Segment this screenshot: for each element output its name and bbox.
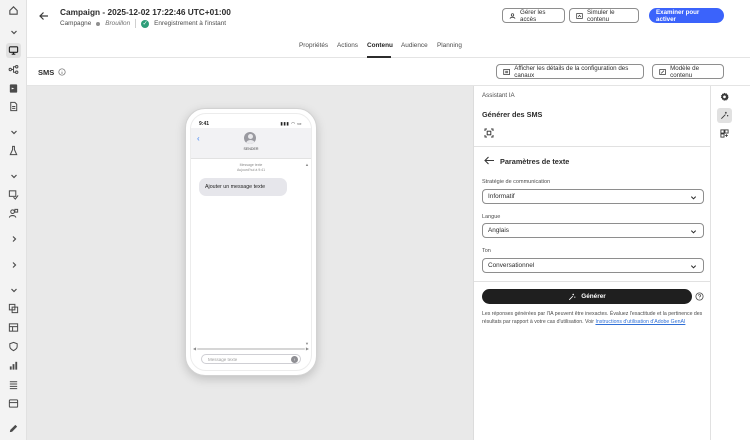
home-icon[interactable] bbox=[6, 3, 21, 18]
tab-bar: Propriétés Actions Contenu Audience Plan… bbox=[27, 36, 750, 58]
phone-sender: SENDER bbox=[243, 147, 259, 151]
templates-icon[interactable] bbox=[6, 301, 21, 316]
genai-guidelines-link[interactable]: Instructions d'utilisation d'Adobe GenAI bbox=[595, 319, 685, 325]
tone-label: Ton bbox=[482, 248, 491, 254]
ai-assistant-panel: Assistant IA Générer des SMS Paramètres … bbox=[473, 86, 710, 440]
report-icon[interactable] bbox=[6, 358, 21, 373]
language-select[interactable]: Anglais bbox=[482, 223, 704, 238]
phone-preview: 9:41 ▮▮▮ ◠ ▭ ‹ SENDER Message texte Aujo… bbox=[185, 108, 317, 376]
chevron-right-icon[interactable] bbox=[6, 257, 21, 272]
back-arrow-icon[interactable] bbox=[484, 156, 495, 165]
phone-screen: 9:41 ▮▮▮ ◠ ▭ ‹ SENDER Message texte Aujo… bbox=[190, 113, 312, 371]
divider bbox=[135, 19, 137, 28]
ai-disclaimer: Les réponses générées par l'IA peuvent ê… bbox=[482, 310, 704, 326]
message-bubble[interactable]: Ajouter un message texte bbox=[199, 178, 287, 196]
left-nav-rail bbox=[0, 0, 27, 440]
data-icon[interactable] bbox=[6, 396, 21, 411]
chevron-down-icon bbox=[690, 263, 697, 270]
list-icon[interactable] bbox=[6, 377, 21, 392]
simulate-content-button[interactable]: Simuler le contenu bbox=[569, 8, 639, 23]
divider bbox=[474, 146, 710, 147]
ai-magic-icon[interactable] bbox=[717, 108, 732, 123]
language-value: Anglais bbox=[488, 227, 509, 234]
generate-button[interactable]: Générer bbox=[482, 289, 692, 304]
pencil-icon[interactable] bbox=[6, 421, 21, 436]
chevron-down-icon[interactable] bbox=[6, 282, 21, 297]
strategy-label: Stratégie de communication bbox=[482, 179, 551, 185]
fragment-icon[interactable] bbox=[6, 187, 21, 202]
variants-icon[interactable] bbox=[717, 126, 732, 141]
review-to-activate-button[interactable]: Examiner pour activer bbox=[649, 8, 724, 23]
tab-content[interactable]: Contenu bbox=[367, 42, 393, 49]
manage-access-button[interactable]: Gérer les accès bbox=[502, 8, 565, 23]
help-icon[interactable] bbox=[695, 292, 704, 301]
strategy-select[interactable]: Informatif bbox=[482, 189, 704, 204]
campaign-icon[interactable] bbox=[6, 43, 21, 58]
back-arrow-icon[interactable] bbox=[38, 10, 50, 22]
table-icon[interactable] bbox=[6, 320, 21, 335]
phone-message-input: Message texte ↑ bbox=[201, 354, 301, 364]
channel-label: SMS bbox=[38, 68, 55, 77]
status-dot-icon bbox=[96, 21, 101, 26]
divider bbox=[474, 281, 710, 282]
horizontal-scrollbar[interactable] bbox=[197, 348, 305, 350]
review-to-activate-label: Examiner pour activer bbox=[656, 8, 700, 23]
text-parameters-title: Paramètres de texte bbox=[500, 157, 570, 166]
settings-icon[interactable] bbox=[717, 89, 732, 104]
journey-icon[interactable] bbox=[6, 62, 21, 77]
chevron-down-icon[interactable] bbox=[6, 168, 21, 183]
language-label: Langue bbox=[482, 214, 501, 220]
content-template-button[interactable]: Modèle de contenu bbox=[652, 64, 724, 79]
content-toolbar: SMS Afficher les détails de la configura… bbox=[27, 58, 750, 86]
phone-conversation-header: ‹ SENDER bbox=[191, 128, 311, 159]
chevron-right-icon[interactable] bbox=[6, 231, 21, 246]
strategy-value: Informatif bbox=[488, 193, 515, 200]
phone-status-icons: ▮▮▮ ◠ ▭ bbox=[280, 121, 302, 126]
panel-section-label: Assistant IA bbox=[482, 92, 515, 99]
campaign-meta: Campagne Brouillon ✓ Enregistrement à l'… bbox=[60, 19, 226, 28]
chevron-down-icon bbox=[690, 194, 697, 201]
page-header: Campaign - 2025-12-02 17:22:46 UTC+01:00… bbox=[27, 0, 750, 36]
chevron-down-icon[interactable] bbox=[6, 124, 21, 139]
check-circle-icon: ✓ bbox=[141, 19, 150, 28]
right-tool-rail bbox=[710, 86, 750, 440]
audience-icon[interactable] bbox=[6, 206, 21, 221]
info-icon[interactable] bbox=[58, 68, 66, 76]
show-channel-config-label: Afficher les détails de la configuration… bbox=[514, 64, 629, 79]
expand-icon[interactable] bbox=[484, 128, 494, 138]
phone-input-placeholder: Message texte bbox=[208, 356, 238, 362]
tab-properties[interactable]: Propriétés bbox=[299, 42, 328, 49]
autosave-status: Enregistrement à l'instant bbox=[154, 20, 227, 27]
chevron-down-icon bbox=[690, 228, 697, 235]
shield-icon[interactable] bbox=[6, 339, 21, 354]
tab-audience[interactable]: Audience bbox=[401, 42, 428, 49]
scroll-up-icon[interactable]: ▲ bbox=[305, 162, 309, 167]
send-icon: ↑ bbox=[291, 356, 298, 363]
flask-icon[interactable] bbox=[6, 143, 21, 158]
phone-time: 9:41 bbox=[199, 121, 210, 127]
content-template-label: Modèle de contenu bbox=[670, 64, 700, 79]
scroll-left-icon[interactable]: ◀ bbox=[193, 346, 196, 351]
status-badge: Brouillon bbox=[105, 20, 131, 27]
simulate-content-label: Simuler le contenu bbox=[587, 8, 615, 23]
tone-select[interactable]: Conversationnel bbox=[482, 258, 704, 273]
show-channel-config-button[interactable]: Afficher les détails de la configuration… bbox=[496, 64, 644, 79]
tab-actions[interactable]: Actions bbox=[337, 42, 358, 49]
preview-canvas: 9:41 ▮▮▮ ◠ ▭ ‹ SENDER Message texte Aujo… bbox=[27, 86, 473, 440]
channel-icon[interactable] bbox=[6, 81, 21, 96]
panel-title: Générer des SMS bbox=[482, 110, 543, 119]
phone-back-icon: ‹ bbox=[197, 134, 200, 143]
page-title: Campaign - 2025-12-02 17:22:46 UTC+01:00 bbox=[60, 7, 231, 17]
generate-label: Générer bbox=[581, 293, 606, 300]
avatar bbox=[244, 132, 256, 144]
object-type: Campagne bbox=[60, 20, 92, 27]
phone-message-meta: Message texte Aujourd'hui à 9:41 bbox=[191, 163, 311, 173]
manage-access-label: Gérer les accès bbox=[520, 8, 546, 23]
document-icon[interactable] bbox=[6, 99, 21, 114]
chevron-down-icon[interactable] bbox=[6, 24, 21, 39]
scroll-right-icon[interactable]: ▶ bbox=[306, 346, 309, 351]
tone-value: Conversationnel bbox=[488, 262, 535, 269]
tab-planning[interactable]: Planning bbox=[437, 42, 462, 49]
phone-meta-line2: Aujourd'hui à 9:41 bbox=[236, 168, 266, 172]
